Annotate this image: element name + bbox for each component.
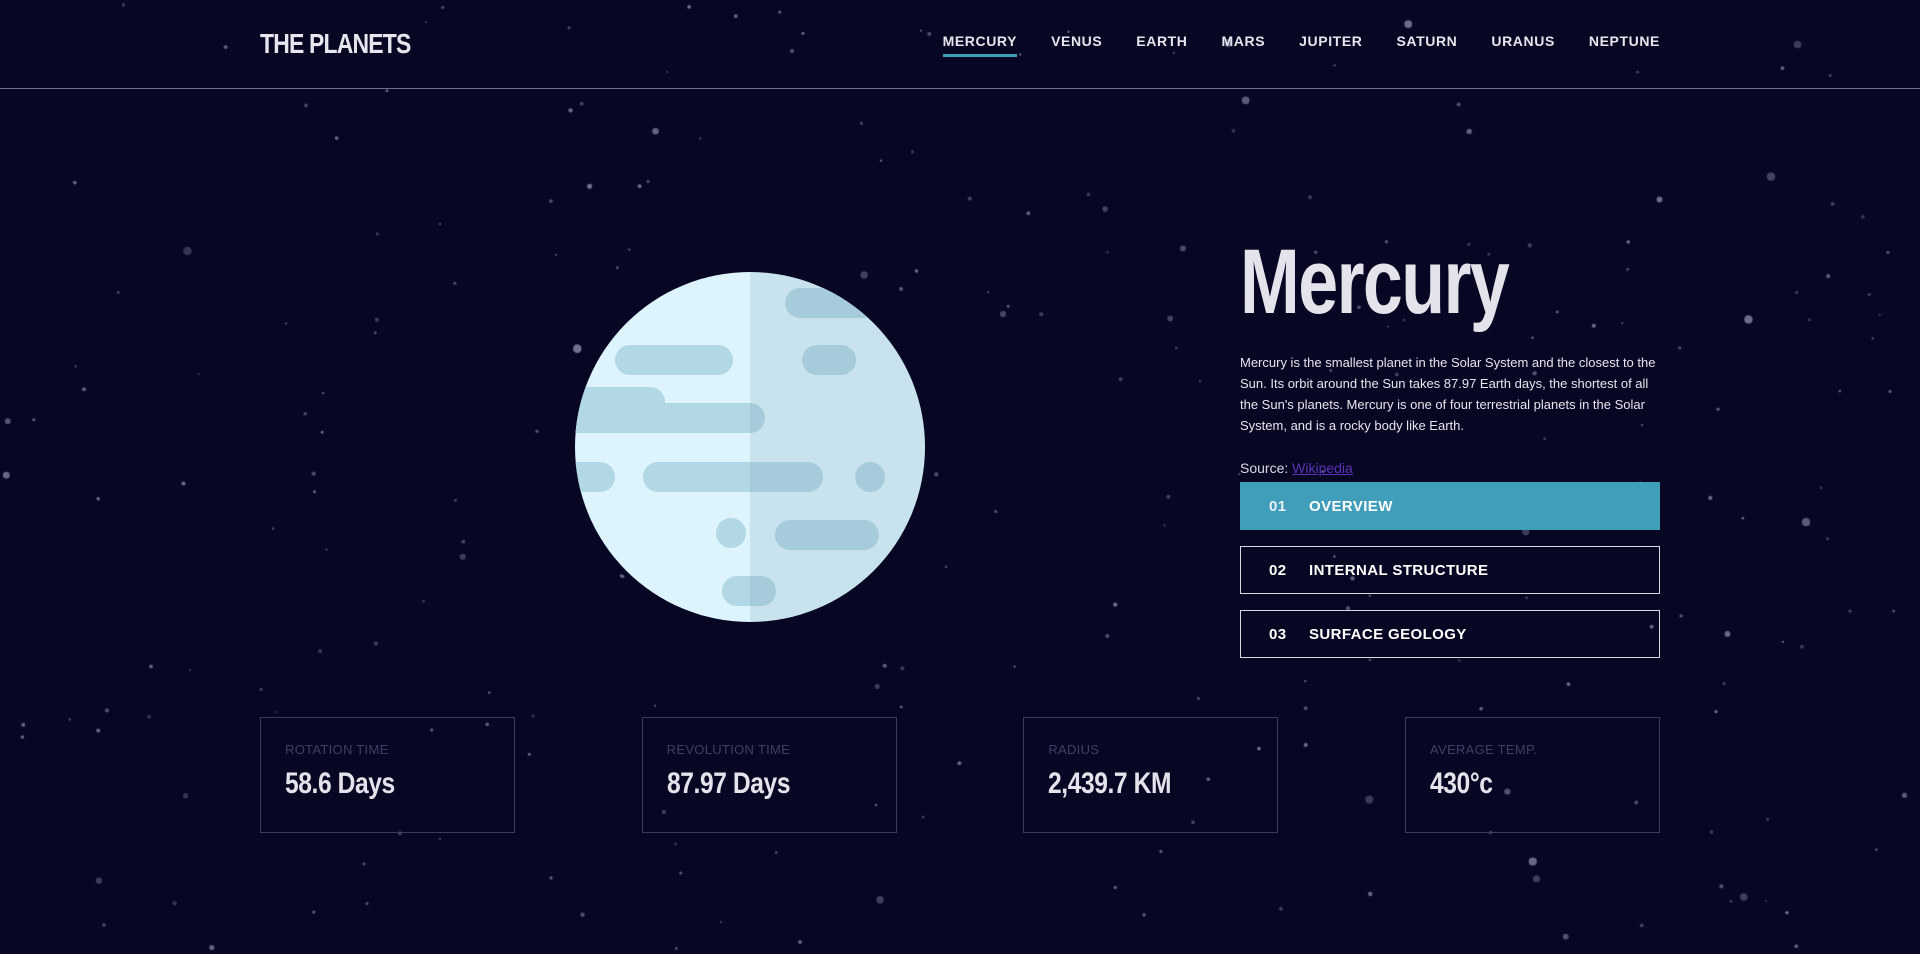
nav-item-venus[interactable]: VENUS [1051, 33, 1102, 57]
nav-item-jupiter[interactable]: JUPITER [1299, 33, 1362, 57]
mercury-planet-image [575, 272, 925, 622]
site-logo[interactable]: THE PLANETS [260, 28, 411, 60]
planet-description: Mercury is the smallest planet in the So… [1240, 355, 1656, 433]
tab-number: 02 [1269, 561, 1287, 579]
tab-number: 03 [1269, 625, 1287, 643]
stat-card-radius: RADIUS 2,439.7 KM [1023, 717, 1279, 833]
planet-name: Mercury [1240, 231, 1510, 333]
stat-value: 430°c [1429, 767, 1493, 800]
nav-item-mercury[interactable]: MERCURY [942, 33, 1018, 57]
stat-card-revolution-time: REVOLUTION TIME 87.97 Days [641, 717, 897, 833]
planet-info-panel: Mercury Mercury is the smallest planet i… [1240, 232, 1661, 658]
tab-overview[interactable]: 01 OVERVIEW [1240, 482, 1660, 530]
source-label: Source: [1240, 460, 1289, 476]
stat-label: ROTATION TIME [285, 742, 389, 757]
content-tabs: 01 OVERVIEW 02 INTERNAL STRUCTURE 03 SUR… [1240, 482, 1661, 658]
wikipedia-link[interactable]: Wikipedia [1292, 460, 1353, 476]
tab-internal-structure[interactable]: 02 INTERNAL STRUCTURE [1240, 546, 1660, 594]
planet-shadow-side [750, 272, 925, 622]
stat-value: 2,439.7 KM [1048, 767, 1172, 800]
site-header: THE PLANETS MERCURY VENUS EARTH MARS JUP… [0, 0, 1920, 89]
nav-item-earth[interactable]: EARTH [1136, 33, 1187, 57]
stat-card-average-temp: AVERAGE TEMP. 430°c [1404, 717, 1660, 833]
nav-item-mars[interactable]: MARS [1222, 33, 1266, 57]
planet-illustration [575, 272, 925, 622]
nav-item-uranus[interactable]: URANUS [1491, 33, 1555, 57]
stat-value: 87.97 Days [666, 767, 791, 800]
nav-item-neptune[interactable]: NEPTUNE [1589, 33, 1660, 57]
stat-card-rotation-time: ROTATION TIME 58.6 Days [260, 717, 515, 833]
stat-label: AVERAGE TEMP. [1429, 742, 1538, 757]
tab-number: 01 [1269, 497, 1287, 515]
tab-label: OVERVIEW [1309, 497, 1393, 515]
stat-value: 58.6 Days [285, 767, 395, 800]
tab-surface-geology[interactable]: 03 SURFACE GEOLOGY [1240, 610, 1660, 658]
nav-item-saturn[interactable]: SATURN [1396, 33, 1457, 57]
planet-nav: MERCURY VENUS EARTH MARS JUPITER SATURN … [942, 33, 1660, 57]
source-line: Source: Wikipedia [1240, 460, 1661, 476]
tab-label: INTERNAL STRUCTURE [1309, 561, 1489, 579]
planet-stats: ROTATION TIME 58.6 Days REVOLUTION TIME … [260, 717, 1660, 833]
stat-label: RADIUS [1048, 742, 1100, 757]
tab-label: SURFACE GEOLOGY [1309, 625, 1467, 643]
stat-label: REVOLUTION TIME [666, 742, 791, 757]
